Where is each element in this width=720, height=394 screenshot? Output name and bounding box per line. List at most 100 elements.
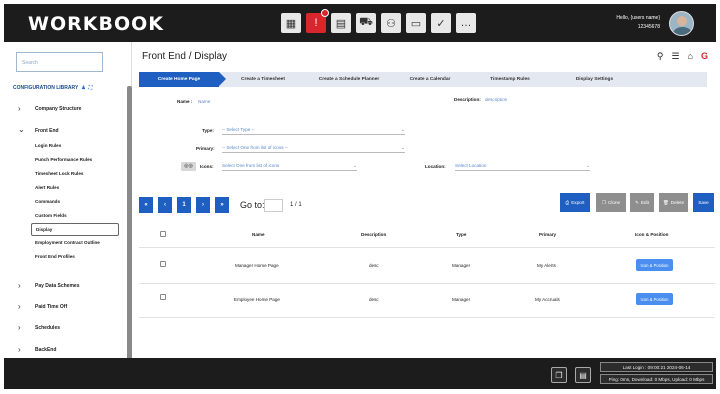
first-page-button[interactable]: «: [139, 197, 153, 213]
chevron-right-icon: ›: [18, 323, 21, 332]
sidebar-subitem-alert-rules[interactable]: Alert Rules: [35, 185, 59, 190]
description-label: Description:: [454, 97, 481, 102]
monitor-icon[interactable]: ▭: [406, 13, 426, 33]
step-create-calendar[interactable]: Create a Calendar: [395, 72, 465, 87]
sidebar-subitem-custom-fields[interactable]: Custom Fields: [35, 213, 67, 218]
search-input[interactable]: Search: [16, 52, 103, 72]
team-icon[interactable]: ⚇: [381, 13, 401, 33]
step-create-schedule-planner[interactable]: Create a Schedule Planner: [305, 72, 393, 87]
wizard-steps: Create Home Page Create a Timesheet Crea…: [139, 72, 707, 87]
user-icon[interactable]: ♟: [81, 85, 85, 91]
sidebar-item-label: Paid Time Off: [35, 304, 68, 310]
google-icon[interactable]: G: [701, 51, 708, 62]
avatar[interactable]: [669, 11, 694, 36]
row-checkbox[interactable]: [160, 261, 166, 267]
cell-primary: My Accruals: [535, 297, 560, 302]
chevron-right-icon: ›: [18, 281, 21, 290]
next-page-button[interactable]: ›: [196, 197, 210, 213]
truck-icon[interactable]: ⛟: [356, 13, 376, 33]
goto-page-input[interactable]: [264, 199, 283, 212]
grid-icon[interactable]: ▦: [281, 13, 301, 33]
sidebar-item-label: Front End: [35, 128, 59, 134]
chevron-down-icon: ⌄: [400, 127, 405, 133]
column-header-type[interactable]: Type: [456, 232, 466, 237]
chevron-down-icon: ⌄: [400, 145, 405, 151]
primary-select[interactable]: -- Select One from list of icons -- ⌄: [222, 145, 405, 153]
delete-button[interactable]: 🗑 Delete: [659, 193, 688, 212]
edit-button[interactable]: ✎ Edit: [630, 193, 654, 212]
export-icon: ⎙: [565, 200, 570, 205]
alert-icon[interactable]: !: [306, 9, 329, 33]
sidebar-subitem-login-rules[interactable]: Login Rules: [35, 143, 61, 148]
user-info: Hello, {users name} 12345678: [616, 14, 660, 32]
prev-page-button[interactable]: ‹: [158, 197, 172, 213]
document-icon[interactable]: ▤: [575, 367, 591, 383]
section-title: CONFIGURATION LIBRARY: [13, 85, 79, 91]
list-filter-icon[interactable]: ☰: [671, 51, 679, 62]
top-toolbar: ▦ ! ▤ ⛟ ⚇ ▭ ✓ …: [281, 9, 476, 33]
sidebar-subitem-employment-contract-outline[interactable]: Employment Contract Outline: [35, 240, 100, 245]
sidebar-subitem-front-end-profiles[interactable]: Front End Profiles: [35, 254, 75, 259]
configuration-library-title: CONFIGURATION LIBRARY ♟ ⛶: [13, 85, 92, 91]
sidebar-item-label: Pay Data Schemes: [35, 283, 80, 289]
clone-label: Clone: [608, 200, 621, 205]
column-header-name[interactable]: Name: [252, 232, 265, 237]
icon-position-button[interactable]: Icon & Position: [636, 259, 673, 271]
save-button[interactable]: Save: [693, 193, 714, 212]
location-select[interactable]: Select Location ⌄: [455, 163, 590, 171]
step-display-settings[interactable]: Display Settings: [557, 72, 632, 87]
column-header-icon-position[interactable]: Icon & Position: [635, 232, 668, 237]
page-1-button[interactable]: 1: [177, 197, 191, 213]
last-page-button[interactable]: »: [215, 197, 229, 213]
icon-position-button[interactable]: Icon & Position: [636, 293, 673, 305]
chat-bubbles-icon[interactable]: ❐: [551, 367, 567, 383]
calendar-check-icon[interactable]: ✓: [431, 13, 451, 33]
cell-name: Employee Home Page: [234, 297, 280, 302]
chevron-right-icon: ›: [18, 345, 21, 354]
sidebar-scrollbar[interactable]: [127, 86, 132, 382]
icons-select[interactable]: Select One from list of icons ⌄: [222, 163, 357, 171]
export-label: Export: [571, 200, 585, 205]
sidebar-subitem-punch-performance-rules[interactable]: Punch Performance Rules: [35, 157, 92, 162]
column-header-primary[interactable]: Primary: [539, 232, 556, 237]
sidebar-item-label: Company Structure: [35, 106, 82, 112]
table-divider: [139, 283, 715, 284]
chevron-right-icon: ›: [18, 302, 21, 311]
name-field[interactable]: Name: [198, 99, 210, 104]
cell-name: Manager Home Page: [235, 263, 279, 268]
clone-button[interactable]: ❐ Clone: [596, 193, 626, 212]
cell-primary: My Alerts: [537, 263, 556, 268]
chat-icon[interactable]: …: [456, 13, 476, 33]
calendar-icon[interactable]: ▤: [331, 13, 351, 33]
step-timestamp-rules[interactable]: Timestamp Rules: [475, 72, 545, 87]
type-label: Type:: [202, 128, 214, 133]
sidebar-subitem-display[interactable]: Display: [31, 223, 119, 236]
column-header-description[interactable]: Description: [361, 232, 386, 237]
step-create-timesheet[interactable]: Create a Timesheet: [227, 72, 299, 87]
step-create-home-page[interactable]: Create Home Page: [139, 72, 226, 87]
cell-description: desc: [369, 263, 379, 268]
sidebar-item-label: BackEnd: [35, 347, 57, 353]
chevron-down-icon: ⌄: [352, 163, 357, 169]
icons-label: Icons:: [200, 164, 214, 169]
user-id: 12345678: [637, 24, 660, 30]
select-all-checkbox[interactable]: [160, 231, 166, 237]
sidebar-subitem-timesheet-lock-rules[interactable]: Timesheet Lock Rules: [35, 171, 83, 176]
home-icon[interactable]: ⌂: [688, 51, 693, 62]
export-button[interactable]: ⎙ Export: [560, 193, 590, 212]
primary-label: Primary:: [196, 146, 215, 151]
description-field[interactable]: description: [485, 97, 507, 102]
workbook-logo[interactable]: WORKBOOK: [28, 13, 164, 35]
location-select-value: Select Location: [455, 163, 487, 168]
type-select-value: -- Select Type --: [222, 127, 255, 132]
type-select[interactable]: -- Select Type -- ⌄: [222, 127, 405, 135]
sidebar-subitem-commands[interactable]: Commands: [35, 199, 60, 204]
expand-icon[interactable]: ⛶: [89, 85, 93, 91]
search-icon[interactable]: ⚲: [657, 51, 664, 62]
location-label: Location:: [425, 164, 446, 169]
user-greeting: Hello, {users name}: [616, 15, 660, 21]
view-icon[interactable]: ◎◎: [181, 162, 196, 171]
goto-label: Go to:: [240, 200, 265, 210]
row-checkbox[interactable]: [160, 294, 166, 300]
footer-bar: ❐ ▤ Last Login : 09:00:21 2024-06-14 Pin…: [4, 358, 716, 389]
